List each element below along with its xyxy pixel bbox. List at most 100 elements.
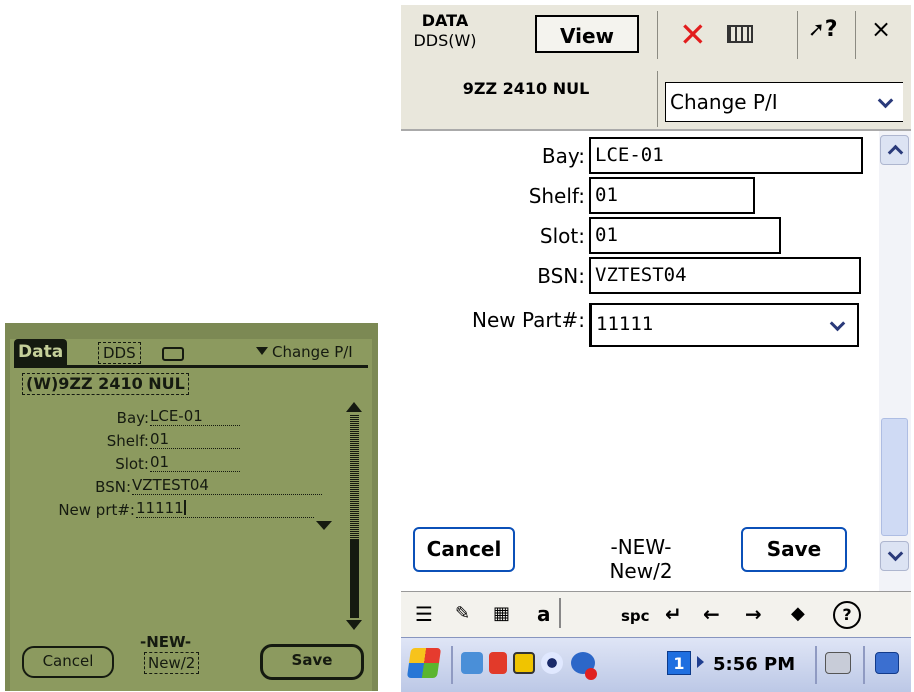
- wm-label-bay: Bay:: [541, 144, 585, 168]
- toolbar-separator: [855, 11, 856, 59]
- wm-field-bay[interactable]: LCE-01: [589, 137, 863, 174]
- scroll-down-arrow-icon[interactable]: [346, 620, 362, 630]
- category-dropdown-value: Change P/I: [670, 90, 778, 114]
- wm-title-line1: DATA: [421, 11, 469, 30]
- palm-title-rule: [14, 365, 368, 368]
- wm-label-shelf: Shelf:: [528, 184, 585, 208]
- palm-field-slot[interactable]: 01: [150, 453, 240, 472]
- right-arrow-key[interactable]: →: [745, 602, 762, 626]
- palm-field-newpart[interactable]: 11111: [136, 499, 314, 518]
- wm-field-newpart[interactable]: 11111: [589, 303, 859, 347]
- taskbar-separator: [815, 646, 817, 684]
- toolbar-separator: [797, 11, 798, 59]
- page-number-badge[interactable]: 1: [667, 651, 691, 675]
- palm-record-count[interactable]: New/2: [144, 652, 200, 674]
- wm-field-slot[interactable]: 01: [589, 217, 781, 254]
- pen-input-icon[interactable]: ✎: [455, 602, 470, 626]
- scroll-up-button[interactable]: [880, 135, 909, 165]
- delete-x-icon[interactable]: ✕: [679, 18, 707, 52]
- scroll-down-button[interactable]: [880, 541, 909, 571]
- wm-scrollbar[interactable]: [879, 131, 911, 591]
- palm-label-slot: Slot:: [115, 455, 149, 473]
- palm-label-newpart: New prt#:: [58, 501, 135, 519]
- save-button[interactable]: Save: [741, 527, 847, 572]
- sip-toolbar: ☰ ✎ ▦ a spc ↵ ← → ◆ ?: [401, 591, 911, 638]
- enter-key[interactable]: ↵: [665, 602, 682, 626]
- wm-app-title: DATA DDS(W): [405, 11, 485, 51]
- chevron-up-icon: [887, 144, 904, 161]
- letter-a-key[interactable]: a: [537, 602, 551, 626]
- sip-help-icon[interactable]: ?: [833, 601, 861, 629]
- chevron-down-icon: [829, 315, 846, 332]
- space-key[interactable]: spc: [621, 604, 650, 628]
- keypad-icon[interactable]: ▦: [493, 602, 510, 626]
- windows-start-icon[interactable]: [406, 648, 442, 678]
- palm-save-button[interactable]: Save: [260, 644, 364, 680]
- palm-label-bsn: BSN:: [95, 478, 131, 496]
- wm-record-bar: 9ZZ 2410 NUL Change P/I: [401, 65, 911, 131]
- notification-icon[interactable]: [513, 652, 535, 674]
- wm-record-count: New/2: [609, 559, 673, 583]
- palm-field-bay[interactable]: LCE-01: [150, 407, 240, 426]
- chevron-down-icon: [877, 92, 894, 109]
- palm-category-label: Change P/I: [272, 343, 353, 361]
- palm-record-title[interactable]: (W)9ZZ 2410 NUL: [22, 373, 189, 395]
- chevron-down-icon: [887, 545, 904, 562]
- network-icon[interactable]: [875, 652, 899, 674]
- sip-separator: [559, 598, 561, 628]
- keyboard-icon[interactable]: [727, 25, 753, 43]
- wm-field-bsn[interactable]: VZTEST04: [589, 257, 861, 294]
- connectivity-icon[interactable]: [461, 652, 483, 674]
- wm-field-shelf[interactable]: 01: [589, 177, 755, 214]
- palm-cancel-button[interactable]: Cancel: [22, 646, 114, 678]
- expand-arrow-icon[interactable]: [697, 656, 704, 668]
- triangle-down-icon: [256, 347, 268, 355]
- palm-scrollbar-thumb[interactable]: [350, 539, 359, 618]
- wm-new-status: -NEW- New/2: [571, 535, 711, 583]
- taskbar-separator: [863, 646, 865, 684]
- palm-device: Data DDS Change P/I (W)9ZZ 2410 NUL Bay:…: [5, 323, 378, 691]
- view-button[interactable]: View: [535, 15, 639, 53]
- palm-label-bay: Bay:: [116, 409, 149, 427]
- text-cursor: [183, 500, 186, 515]
- wm-field-newpart-value: 11111: [596, 313, 654, 335]
- input-panel-icon[interactable]: [825, 652, 851, 674]
- wm-label-bsn: BSN:: [537, 264, 585, 288]
- wm-label-slot: Slot:: [539, 224, 585, 248]
- wm-record-divider: [657, 71, 658, 127]
- close-button[interactable]: ×: [871, 15, 891, 43]
- wm-new-label: -NEW-: [610, 535, 672, 559]
- taskbar: 1 5:56 PM: [401, 637, 911, 692]
- wm-title-line2: DDS(W): [413, 31, 477, 50]
- palm-field-shelf[interactable]: 01: [150, 430, 240, 449]
- bluetooth-off-badge-icon: [585, 668, 597, 680]
- wm-scrollbar-thumb[interactable]: [881, 418, 908, 536]
- help-pointer-icon[interactable]: ➚?: [808, 17, 838, 42]
- dropdown-arrow-icon[interactable]: [316, 521, 332, 530]
- wm-label-newpart: New Part#:: [472, 308, 585, 332]
- palm-field-newpart-value: 11111: [136, 499, 184, 517]
- battery-charging-icon[interactable]: [489, 652, 507, 674]
- windows-mobile-screen: DATA DDS(W) View ✕ ➚? × 9ZZ 2410 NUL Cha…: [401, 5, 911, 692]
- category-dropdown[interactable]: Change P/I: [665, 82, 903, 122]
- list-icon[interactable]: ☰: [415, 602, 433, 626]
- cancel-button[interactable]: Cancel: [413, 527, 515, 572]
- backspace-key[interactable]: ◆: [791, 602, 805, 626]
- taskbar-clock[interactable]: 5:56 PM: [713, 654, 795, 676]
- toolbar-separator: [657, 11, 658, 59]
- wm-toolbar: DATA DDS(W) View ✕ ➚? ×: [401, 5, 911, 66]
- palm-tab-dds[interactable]: DDS: [98, 342, 141, 364]
- palm-new-label: -NEW-: [140, 633, 192, 651]
- left-arrow-key[interactable]: ←: [703, 602, 720, 626]
- wm-form: Bay: LCE-01 Shelf: 01 Slot: 01 BSN: VZTE…: [401, 131, 879, 591]
- palm-row-newpart: New prt#: 11111: [58, 499, 316, 521]
- eye-icon[interactable]: [541, 652, 563, 674]
- palm-field-bsn[interactable]: VZTEST04: [132, 476, 322, 495]
- palm-tab-data[interactable]: Data: [14, 339, 68, 365]
- palm-screen: Data DDS Change P/I (W)9ZZ 2410 NUL Bay:…: [10, 339, 372, 691]
- palm-category-selector[interactable]: Change P/I: [256, 342, 353, 362]
- help-question-label: ?: [824, 17, 838, 42]
- battery-icon: [162, 347, 184, 361]
- wm-record-title: 9ZZ 2410 NUL: [462, 79, 590, 98]
- scroll-up-arrow-icon[interactable]: [346, 402, 362, 412]
